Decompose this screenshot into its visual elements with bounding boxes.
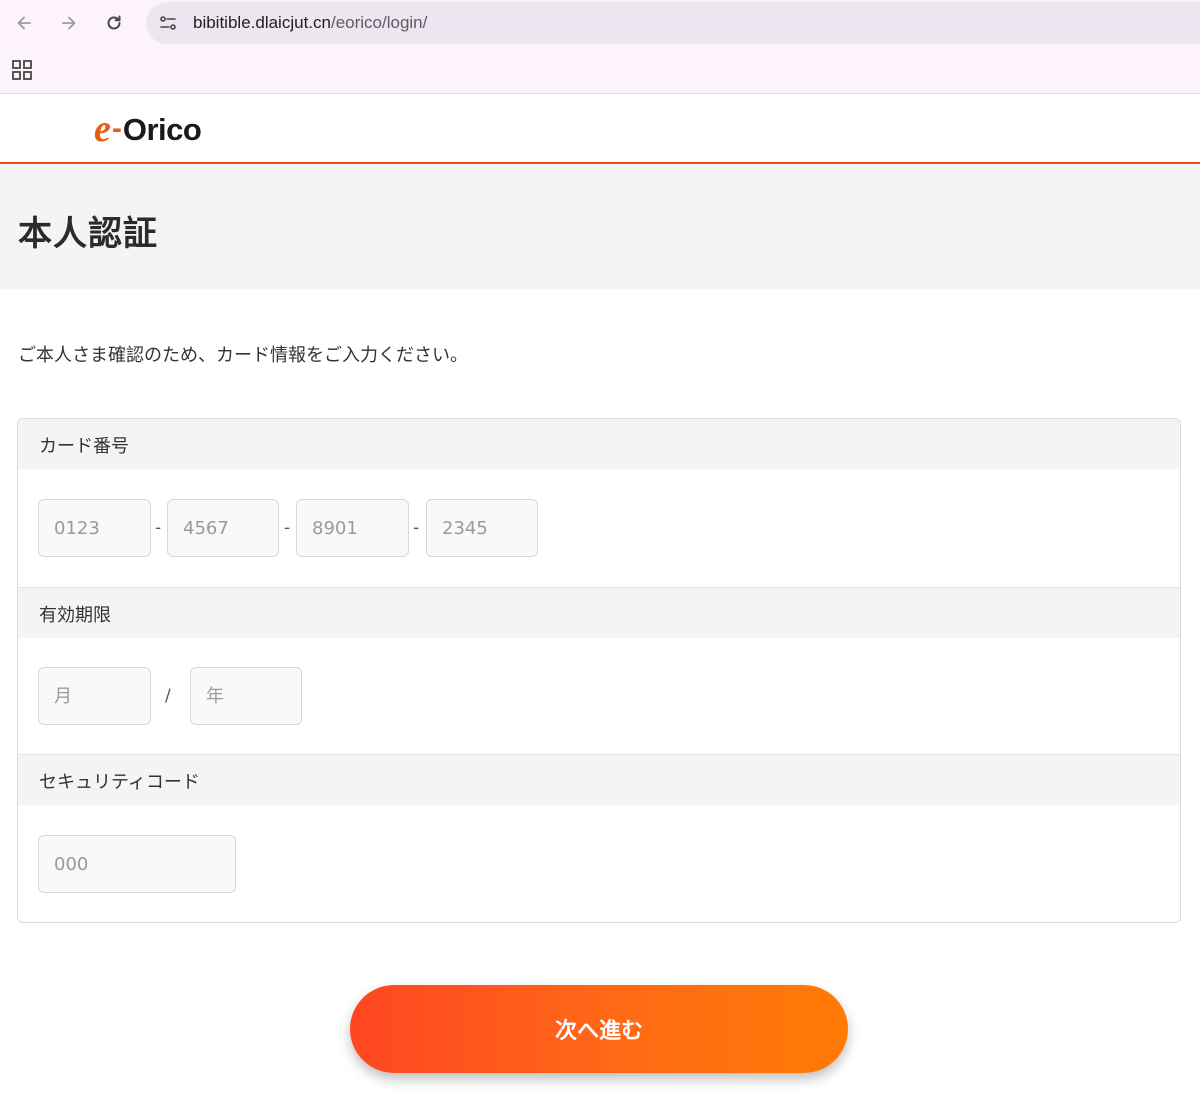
expiry-label: 有効期限: [39, 605, 111, 626]
address-bar[interactable]: bibitible.dlaicjut.cn/eorico/login/: [146, 2, 1200, 44]
expiry-separator: /: [165, 686, 171, 706]
reload-button[interactable]: [96, 5, 132, 41]
card-number-input-4[interactable]: [426, 499, 538, 557]
arrow-right-icon: [62, 16, 76, 30]
card-number-input-1[interactable]: [38, 499, 151, 557]
logo-e: e: [94, 108, 111, 150]
reload-icon: [107, 15, 121, 30]
logo-dash: -: [111, 112, 122, 145]
card-number-separator: -: [155, 518, 162, 538]
eorico-logo[interactable]: e - Orico: [94, 107, 202, 151]
card-form: カード番号 - - - 有効期限 / セキュリティコード: [17, 418, 1181, 923]
site-info-icon[interactable]: [156, 11, 180, 35]
card-number-input-2[interactable]: [167, 499, 279, 557]
card-number-separator: -: [413, 518, 420, 538]
next-button[interactable]: 次へ進む: [350, 985, 848, 1073]
expiry-section-header: 有効期限: [18, 588, 1180, 638]
arrow-left-icon: [17, 16, 31, 30]
bookmarks-bar: [0, 46, 1200, 94]
url-path: /eorico/login/: [330, 13, 428, 32]
intro-text: ご本人さま確認のため、カード情報をご入力ください。: [18, 345, 468, 366]
card-number-input-3[interactable]: [296, 499, 409, 557]
apps-grid-icon[interactable]: [11, 59, 33, 81]
forward-button[interactable]: [51, 5, 87, 41]
security-code-section-header: セキュリティコード: [18, 755, 1180, 805]
title-band: 本人認証: [0, 164, 1200, 289]
url-host: bibitible.dlaicjut.cn: [193, 13, 331, 32]
security-code-label: セキュリティコード: [39, 772, 200, 793]
page-title: 本人認証: [18, 214, 158, 254]
site-header: e - Orico: [0, 95, 1200, 164]
logo-word: Orico: [122, 111, 202, 147]
card-number-label: カード番号: [39, 436, 129, 457]
card-number-section-header: カード番号: [18, 419, 1180, 469]
back-button[interactable]: [6, 5, 42, 41]
expiry-year-input[interactable]: [190, 667, 302, 725]
card-number-separator: -: [284, 518, 291, 538]
url-text[interactable]: bibitible.dlaicjut.cn/eorico/login/: [193, 13, 427, 33]
security-code-input[interactable]: [38, 835, 236, 893]
browser-toolbar: bibitible.dlaicjut.cn/eorico/login/: [0, 0, 1200, 46]
expiry-month-input[interactable]: [38, 667, 151, 725]
